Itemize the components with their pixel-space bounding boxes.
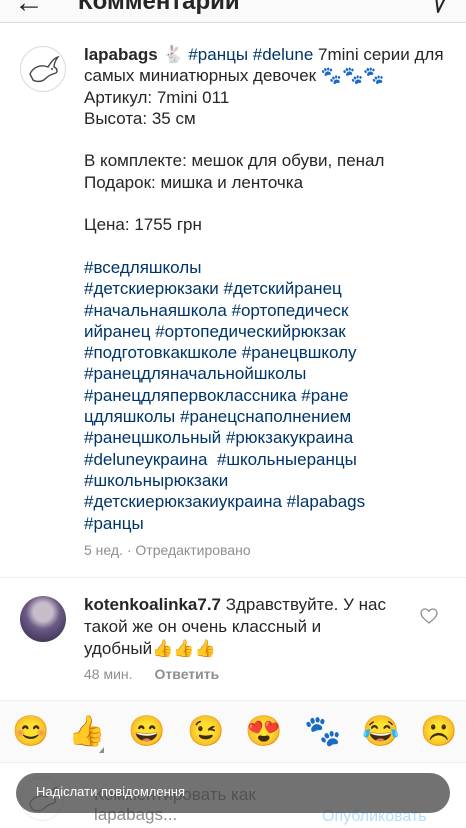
heart-outline-icon[interactable]	[420, 608, 438, 624]
emoji-thumbs-up[interactable]: 👍	[68, 715, 105, 749]
header-bar: ← Комментарии	[0, 0, 466, 23]
rabbit-emoji: 🐇	[162, 45, 184, 64]
edited-label: Отредактировано	[135, 542, 251, 558]
paper-plane-icon[interactable]	[426, 0, 448, 14]
toast-text: Надіслати повідомлення	[36, 784, 185, 799]
rabbit-logo-icon	[29, 55, 60, 83]
post-username[interactable]: lapabags	[84, 45, 158, 64]
reply-button[interactable]: Ответить	[155, 666, 220, 682]
emoji-grin[interactable]: 😄	[128, 715, 165, 749]
caption-text: lapabags 🐇 #ранцы #delune 7mini серии дл…	[84, 44, 454, 534]
caption-details: Артикул: 7mini 011 Высота: 35 см В компл…	[84, 87, 385, 235]
comment-body: kotenkoalinka7.7 Здравствуйте. У нас так…	[84, 594, 394, 660]
page-title: Комментарии	[78, 0, 240, 15]
arrow-left-icon[interactable]: ←	[14, 0, 44, 18]
emoji-tears-of-joy[interactable]: 😂	[362, 715, 399, 749]
paw-emojis: 🐾🐾🐾	[320, 66, 385, 86]
post-meta: 5 нед. · Отредактировано	[84, 542, 251, 558]
comment-item: kotenkoalinka7.7 Здравствуйте. У нас так…	[0, 578, 466, 698]
caption-hashtags[interactable]: #ранцы #delune	[188, 45, 313, 64]
commenter-avatar[interactable]	[20, 596, 66, 642]
hashtag-list[interactable]: #вседляшколы #детскиерюкзаки #детскийран…	[84, 258, 365, 533]
comment-time: 48 мин.	[84, 666, 133, 682]
comment-meta: 48 мин. Ответить	[84, 666, 219, 682]
emoji-paws[interactable]: 🐾	[304, 715, 341, 749]
post-time: 5 нед.	[84, 542, 123, 558]
emoji-wink[interactable]: 😉	[187, 715, 224, 749]
emoji-quick-bar: 😊 👍 😄 😉 😍 🐾 😂 ☹️	[0, 700, 466, 763]
emoji-heart-eyes[interactable]: 😍	[245, 715, 282, 749]
post-caption-block: lapabags 🐇 #ранцы #delune 7mini серии дл…	[0, 22, 466, 577]
toast-message: Надіслати повідомлення	[16, 773, 450, 813]
avatar[interactable]	[20, 46, 66, 92]
comment-username[interactable]: kotenkoalinka7.7	[84, 595, 221, 614]
skin-tone-indicator	[99, 747, 104, 753]
emoji-frown[interactable]: ☹️	[420, 715, 457, 749]
emoji-smile[interactable]: 😊	[12, 715, 49, 749]
